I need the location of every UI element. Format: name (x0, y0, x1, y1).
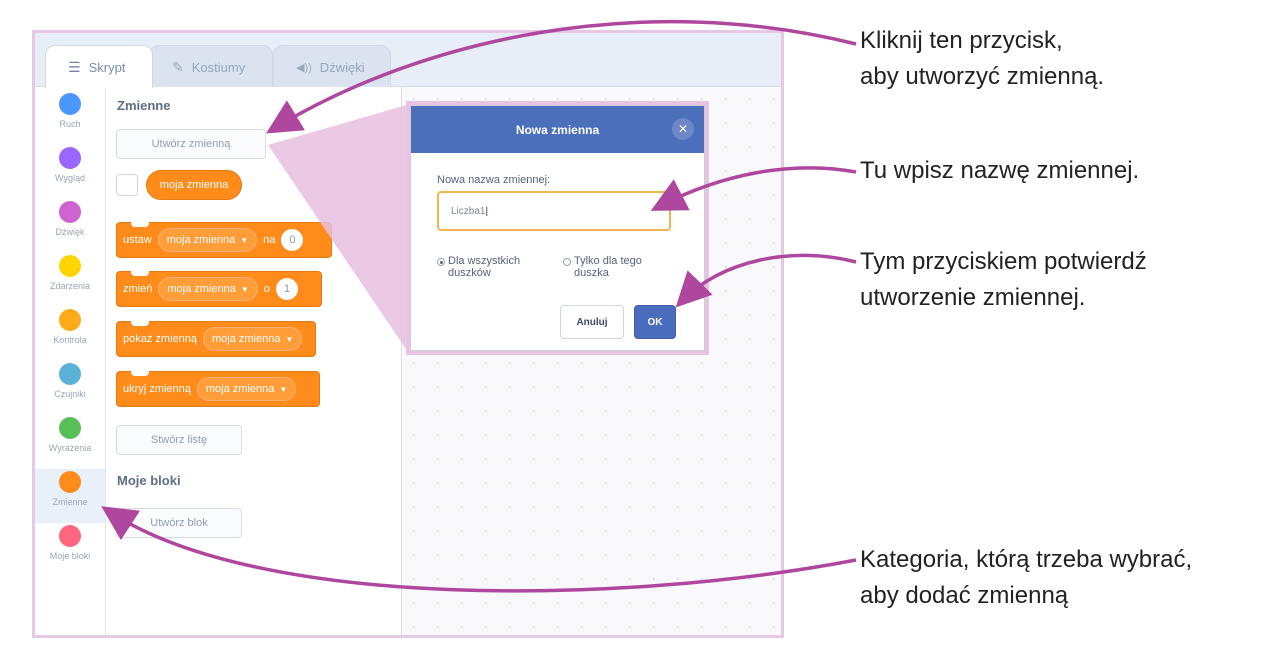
speaker-icon: ◀)) (296, 62, 312, 74)
value-input[interactable]: 1 (275, 278, 298, 300)
value-input[interactable]: 0 (281, 229, 304, 251)
block-notch (131, 321, 149, 326)
cancel-button[interactable]: Anuluj (560, 305, 624, 339)
show-variable-block[interactable]: pokaż zmienną moja zmienna ▼ (116, 321, 316, 357)
dropdown-arrow-icon: ▼ (240, 284, 249, 294)
dropdown-arrow-icon: ▼ (279, 384, 288, 394)
variable-name-label: Nowa nazwa zmiennej: (437, 174, 551, 186)
category-menu: Ruch Wygląd Dźwięk Zdarzenia Kontrola Cz… (35, 87, 106, 635)
category-motion[interactable]: Ruch (35, 91, 105, 145)
change-variable-block[interactable]: zmień moja zmienna ▼ o 1 (116, 271, 322, 307)
radio-this-sprite[interactable]: Tylko dla tego duszka (563, 255, 671, 279)
hide-variable-block[interactable]: ukryj zmienną moja zmienna ▼ (116, 371, 320, 407)
brush-icon: ✎ (172, 59, 184, 75)
variable-dropdown[interactable]: moja zmienna ▼ (157, 228, 258, 252)
radio-selected-icon (437, 258, 445, 266)
dropdown-arrow-icon: ▼ (285, 334, 294, 344)
callout-confirm: Tym przyciskiem potwierdź utworzenie zmi… (860, 248, 1147, 311)
category-control[interactable]: Kontrola (35, 307, 105, 361)
category-looks[interactable]: Wygląd (35, 145, 105, 199)
close-icon[interactable]: ✕ (672, 118, 694, 140)
callout-name-input: Tu wpisz nazwę zmiennej. (860, 157, 1140, 184)
dialog-header: Nowa zmienna ✕ (411, 106, 704, 153)
tab-costumes[interactable]: ✎ Kostiumy (149, 45, 273, 89)
my-blocks-title: Moje bloki (117, 473, 181, 488)
tab-sounds[interactable]: ◀)) Dźwięki (273, 45, 391, 89)
variable-reporter[interactable]: moja zmienna (146, 170, 242, 200)
control-dot-icon (59, 309, 81, 331)
category-sound[interactable]: Dźwięk (35, 199, 105, 253)
script-icon: ☰ (68, 58, 81, 75)
operators-dot-icon (59, 417, 81, 439)
variable-checkbox[interactable] (116, 174, 138, 196)
variables-title: Zmienne (117, 98, 171, 113)
motion-dot-icon (59, 93, 81, 115)
create-block-button[interactable]: Utwórz blok (116, 508, 242, 538)
radio-unselected-icon (563, 258, 571, 266)
category-operators[interactable]: Wyrażenia (35, 415, 105, 469)
sensing-dot-icon (59, 363, 81, 385)
block-notch (131, 371, 149, 376)
tab-script[interactable]: ☰ Skrypt (45, 45, 153, 88)
sound-dot-icon (59, 201, 81, 223)
variable-dropdown[interactable]: moja zmienna ▼ (196, 377, 297, 401)
variable-dropdown[interactable]: moja zmienna ▼ (158, 277, 258, 301)
my-blocks-dot-icon (59, 525, 81, 547)
blocks-palette: Zmienne Utwórz zmienną moja zmienna usta… (106, 87, 402, 635)
variable-name-input[interactable]: Liczba1 | (437, 191, 671, 231)
dropdown-arrow-icon: ▼ (240, 235, 249, 245)
category-my-blocks[interactable]: Moje bloki (35, 523, 105, 577)
radio-all-sprites[interactable]: Dla wszystkich duszków (437, 255, 547, 279)
dialog-title: Nowa zmienna (515, 122, 600, 137)
create-list-button[interactable]: Stwórz listę (116, 425, 242, 455)
looks-dot-icon (59, 147, 81, 169)
tab-bar: ☰ Skrypt ✎ Kostiumy ◀)) Dźwięki (35, 33, 781, 89)
ok-button[interactable]: OK (634, 305, 676, 339)
category-variables[interactable]: Zmienne (35, 469, 105, 523)
callout-category: Kategoria, którą trzeba wybrać, aby doda… (860, 546, 1193, 609)
block-notch (131, 271, 149, 276)
create-variable-button[interactable]: Utwórz zmienną (116, 129, 266, 159)
block-notch (131, 222, 149, 227)
callout-create-button: Kliknij ten przycisk, aby utworzyć zmien… (860, 27, 1105, 90)
category-sensing[interactable]: Czujniki (35, 361, 105, 415)
set-variable-block[interactable]: ustaw moja zmienna ▼ na 0 (116, 222, 332, 258)
category-events[interactable]: Zdarzenia (35, 253, 105, 307)
dialog-highlight: Nowa zmienna ✕ Nowa nazwa zmiennej: Licz… (406, 101, 709, 355)
variables-dot-icon (59, 471, 81, 493)
new-variable-dialog: Nowa zmienna ✕ Nowa nazwa zmiennej: Licz… (410, 105, 705, 351)
events-dot-icon (59, 255, 81, 277)
variable-dropdown[interactable]: moja zmienna ▼ (203, 327, 303, 351)
